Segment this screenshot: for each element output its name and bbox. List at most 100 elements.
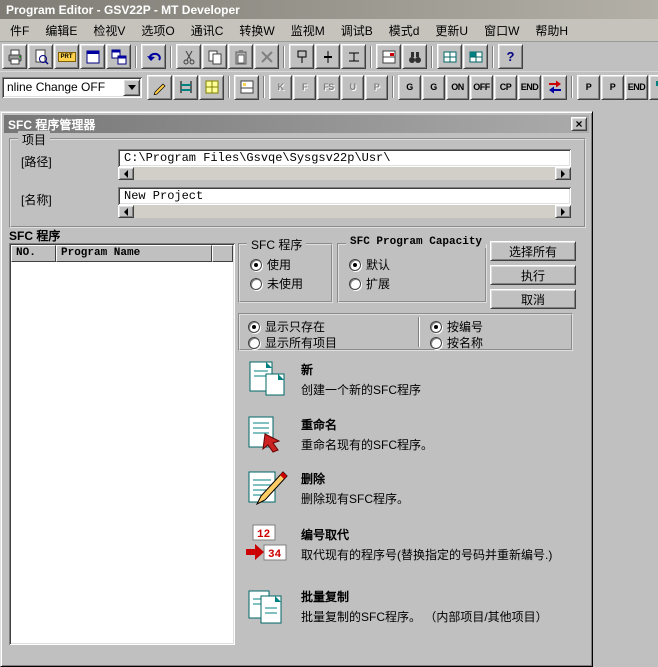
menu-bar[interactable]: 件F编辑E检视V选项O通讯C转换W监视M调试B模式d更新U窗口W帮助H [0, 19, 658, 42]
menu-item-帮助H[interactable]: 帮助H [527, 18, 576, 43]
toolbar-separator [170, 46, 172, 68]
action-title: 删除 [301, 470, 587, 487]
new-sfc-icon[interactable] [245, 359, 291, 401]
action-desc: 取代现有的程序号(替换指定的号码并重新编号.) [301, 548, 587, 563]
action-rename[interactable]: 重命名重命名现有的SFC程序。 [238, 414, 588, 456]
column-header-no[interactable]: NO. [11, 245, 56, 262]
toolbar2-button-g[interactable]: G [398, 75, 421, 100]
arrow-left-icon [124, 208, 128, 216]
action-batch-copy[interactable]: 批量复制批量复制的SFC程序。 （内部项目/其他项目） [238, 586, 588, 628]
program-list[interactable] [11, 262, 233, 643]
menu-item-更新U[interactable]: 更新U [427, 18, 476, 43]
sfc-branch-button[interactable] [341, 44, 366, 69]
monitor-grid-2-icon [468, 49, 484, 65]
close-button[interactable]: × [571, 117, 587, 131]
toolbar2-group1: KFFSUP [269, 75, 388, 100]
ladder-block-button[interactable] [376, 44, 401, 69]
window-titlebar[interactable]: Program Editor - GSV22P - MT Developer [0, 0, 658, 19]
monitor-grid-2-button[interactable] [463, 44, 488, 69]
toolbar2-button-u[interactable]: U [341, 75, 364, 100]
sfc-transition-icon [320, 49, 336, 65]
print-preview-button[interactable] [28, 44, 53, 69]
print-button[interactable] [2, 44, 27, 69]
ladder-edit-button[interactable] [173, 75, 198, 100]
toolbar2-button-off[interactable]: OFF [470, 75, 493, 100]
renumber-icon[interactable]: 1234 [245, 524, 291, 566]
find-button[interactable] [402, 44, 427, 69]
program-edit-button[interactable] [147, 75, 172, 100]
window-cascade-button[interactable] [106, 44, 131, 69]
window-title: Program Editor - GSV22P - MT Developer [6, 3, 240, 17]
toolbar-main: PRT ? [0, 42, 658, 72]
paste-button[interactable] [228, 44, 253, 69]
toolbar-separator [431, 46, 433, 68]
monitor-grid-button[interactable] [437, 44, 462, 69]
menu-item-模式d[interactable]: 模式d [381, 18, 428, 43]
toolbar-separator [492, 46, 494, 68]
undo-icon [146, 49, 162, 65]
help-button[interactable]: ? [498, 44, 523, 69]
column-header-name[interactable]: Program Name [56, 245, 212, 262]
undo-button[interactable] [141, 44, 166, 69]
ladder-block-icon [381, 49, 397, 65]
toolbar2-button-on[interactable]: ON [446, 75, 469, 100]
close-icon: × [575, 119, 582, 129]
toolbar2-button-k[interactable]: K [269, 75, 292, 100]
toolbar-separator [135, 46, 137, 68]
menu-item-选项O[interactable]: 选项O [133, 18, 182, 43]
toolbar2-button-end[interactable]: END [518, 75, 541, 100]
cut-button[interactable] [176, 44, 201, 69]
toolbar2-button-p[interactable]: P [577, 75, 600, 100]
toolbar2-button-cp[interactable]: CP [494, 75, 517, 100]
sfc-transition-button[interactable] [315, 44, 340, 69]
toolbar2-button-p[interactable]: P [365, 75, 388, 100]
menu-item-件F[interactable]: 件F [2, 18, 37, 43]
action-new-sfc[interactable]: 新创建一个新的SFC程序 [238, 359, 588, 401]
toolbar2-group2: GGONOFFCPEND [398, 75, 541, 100]
toolbar2-button-fs[interactable]: FS [317, 75, 340, 100]
menu-item-窗口W[interactable]: 窗口W [476, 18, 527, 43]
option-grid-button[interactable] [199, 75, 224, 100]
action-desc: 重命名现有的SFC程序。 [301, 438, 587, 453]
rename-icon[interactable] [245, 414, 291, 456]
toolbar2-button-g[interactable]: G [422, 75, 445, 100]
window-tile-button[interactable] [80, 44, 105, 69]
delete-icon[interactable] [245, 468, 291, 510]
swap-button[interactable] [649, 75, 658, 100]
step-mode-button[interactable] [234, 75, 259, 100]
action-desc: 批量复制的SFC程序。 （内部项目/其他项目） [301, 610, 587, 625]
print-setup-button[interactable]: PRT [54, 44, 79, 69]
delete-button[interactable] [254, 44, 279, 69]
sfc-step-button[interactable] [289, 44, 314, 69]
scroll-left-button[interactable] [118, 205, 134, 218]
sfc-step-icon [294, 49, 310, 65]
toolbar2-button-end[interactable]: END [625, 75, 648, 100]
copy-button[interactable] [202, 44, 227, 69]
copy-icon [207, 49, 223, 65]
help-icon: ? [507, 49, 515, 64]
menu-item-通讯C[interactable]: 通讯C [183, 18, 232, 43]
transfer-button[interactable] [542, 75, 567, 100]
monitor-grid-icon [442, 49, 458, 65]
toolbar2-button-p[interactable]: P [601, 75, 624, 100]
swap-icon [654, 79, 658, 95]
batch-copy-icon[interactable] [245, 586, 291, 628]
action-renumber[interactable]: 1234编号取代取代现有的程序号(替换指定的号码并重新编号.) [238, 524, 588, 566]
scroll-left-button[interactable] [118, 167, 134, 180]
menu-item-检视V[interactable]: 检视V [85, 18, 133, 43]
menu-item-调试B[interactable]: 调试B [333, 18, 381, 43]
action-delete[interactable]: 删除删除现有SFC程序。 [238, 468, 588, 510]
dialog-body: 项目 [路径] C:\Program Files\Gsvqe\Sysgsv22p… [4, 133, 589, 663]
menu-item-监视M[interactable]: 监视M [283, 18, 333, 43]
menu-item-转换W[interactable]: 转换W [231, 18, 282, 43]
combo-dropdown-button[interactable] [123, 79, 140, 96]
prt-setup-icon: PRT [58, 52, 76, 62]
online-change-combo[interactable]: nline Change OFF [2, 77, 142, 98]
dialog-titlebar[interactable]: SFC 程序管理器 × [4, 115, 589, 133]
name-label: [名称] [21, 191, 52, 208]
step-mode-icon [239, 79, 255, 95]
table-header: NO. Program Name [11, 245, 233, 262]
menu-item-编辑E[interactable]: 编辑E [37, 18, 85, 43]
toolbar2-button-f[interactable]: F [293, 75, 316, 100]
action-text: 重命名重命名现有的SFC程序。 [301, 414, 587, 456]
